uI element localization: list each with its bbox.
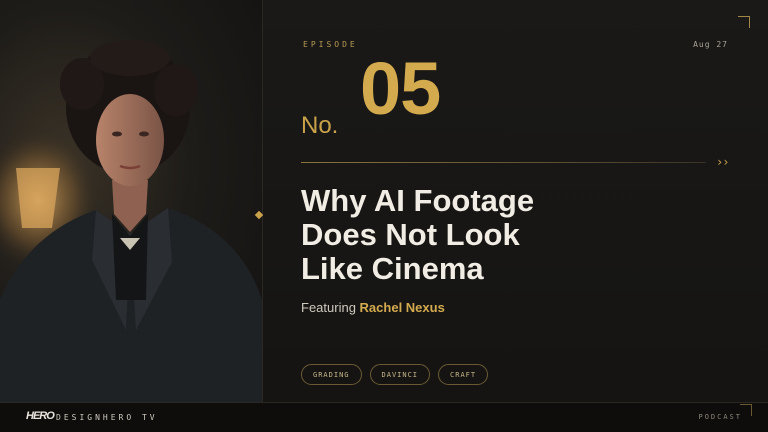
title-line: Does Not Look (301, 217, 520, 252)
title-line: Why AI Footage (301, 183, 535, 218)
horizontal-rule (301, 162, 706, 163)
hero-logo: HERO (26, 410, 55, 422)
portrait-illustration (0, 40, 262, 402)
tag-grading[interactable]: GRADING (301, 364, 362, 385)
featuring-line: Featuring Rachel Nexus (301, 300, 445, 315)
episode-number-prefix: No. (301, 112, 339, 139)
title-line: Like Cinema (301, 251, 484, 286)
episode-title: Why AI Footage Does Not Look Like Cinema (301, 184, 661, 286)
double-chevron-right-icon: ›› (716, 155, 729, 169)
featuring-prefix: Featuring (301, 300, 356, 315)
vertical-divider (262, 0, 263, 402)
guest-name: Rachel Nexus (359, 300, 445, 315)
host-portrait-image (0, 0, 262, 402)
tag-craft[interactable]: CRAFT (438, 364, 489, 385)
brand-name: DESIGNHERO TV (56, 413, 158, 422)
corner-bracket-icon (738, 16, 750, 28)
corner-bracket-icon (740, 404, 752, 416)
tag-list: GRADING DAVINCI CRAFT (301, 364, 489, 385)
episode-date: Aug 27 (693, 40, 728, 49)
tag-davinci[interactable]: DAVINCI (369, 364, 431, 385)
episode-label: EPISODE (303, 40, 358, 49)
episode-number: 05 (360, 47, 441, 130)
category-label: PODCAST (698, 413, 742, 421)
